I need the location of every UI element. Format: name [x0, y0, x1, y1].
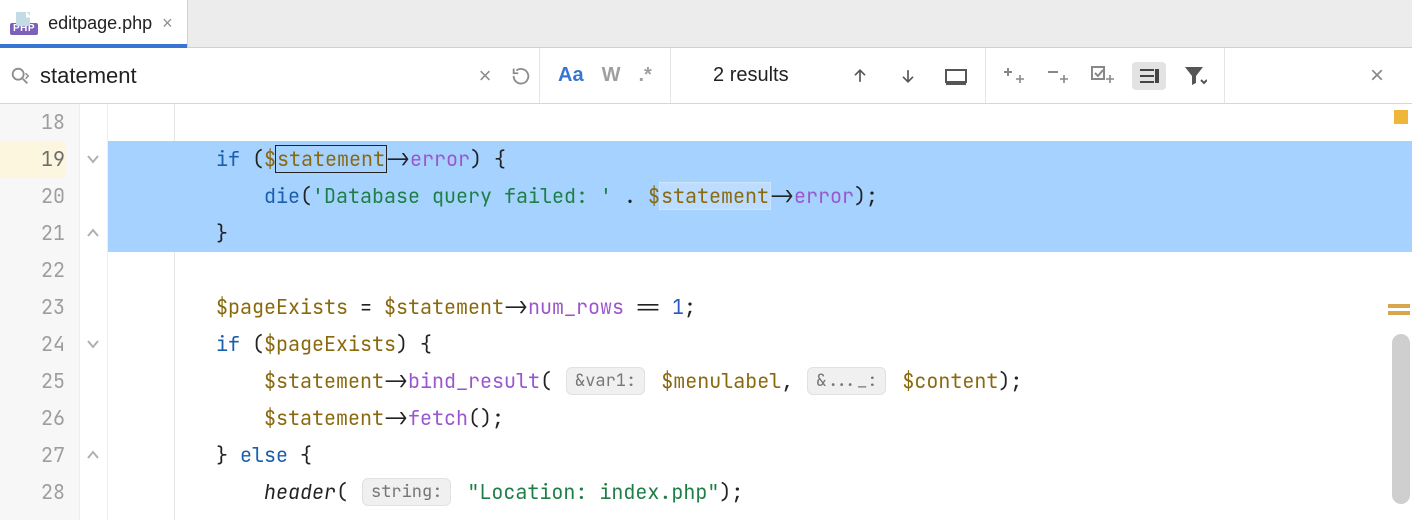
whole-word-toggle[interactable]: W	[602, 64, 621, 87]
code-line[interactable]: $statement->bind_result( &var1: $menulab…	[108, 363, 1412, 400]
line-number-gutter: 1819202122232425262728	[0, 104, 80, 520]
result-nav-group	[831, 48, 986, 103]
code-area[interactable]: if ($statement->error) { die('Database q…	[108, 104, 1412, 520]
search-match: statement	[275, 145, 387, 173]
code-line[interactable]: header( string: "Location: index.php");	[108, 474, 1412, 511]
select-all-occurrences-icon[interactable]	[1088, 65, 1118, 87]
match-case-toggle[interactable]: Aa	[558, 64, 584, 87]
regex-toggle[interactable]: .*	[638, 64, 651, 87]
search-history-icon[interactable]	[503, 65, 539, 87]
tab-bar: PHP editpage.php ×	[0, 0, 1412, 48]
line-number: 23	[0, 289, 65, 326]
close-findbar-icon[interactable]: ×	[1362, 62, 1392, 90]
fold-end-icon[interactable]	[83, 445, 103, 465]
code-line[interactable]: }	[108, 215, 1412, 252]
prev-result-icon[interactable]	[845, 65, 875, 87]
code-line[interactable]: $statement->fetch();	[108, 400, 1412, 437]
line-number: 19	[0, 141, 65, 178]
line-number: 22	[0, 252, 65, 289]
line-number: 21	[0, 215, 65, 252]
line-number: 28	[0, 474, 65, 511]
code-line[interactable]: $pageExists = $statement->num_rows == 1;	[108, 289, 1412, 326]
next-result-icon[interactable]	[893, 65, 923, 87]
inlay-hint: &var1:	[566, 367, 645, 395]
add-selection-icon[interactable]	[1000, 65, 1030, 87]
line-number: 26	[0, 400, 65, 437]
line-number: 25	[0, 363, 65, 400]
line-number: 18	[0, 104, 65, 141]
select-all-icon[interactable]	[941, 66, 971, 86]
line-number: 20	[0, 178, 65, 215]
search-icon[interactable]	[8, 65, 32, 87]
line-number: 24	[0, 326, 65, 363]
code-line[interactable]	[108, 104, 1412, 141]
filter-dropdown-icon[interactable]	[1180, 65, 1210, 87]
inlay-hint: string:	[362, 478, 451, 506]
search-input[interactable]	[32, 63, 467, 89]
file-tab[interactable]: PHP editpage.php ×	[0, 0, 188, 47]
find-toolbar: × Aa W .* 2 results	[0, 48, 1412, 104]
remove-selection-icon[interactable]	[1044, 65, 1074, 87]
filter-results-icon[interactable]	[1132, 62, 1166, 90]
fold-collapse-icon[interactable]	[83, 149, 103, 169]
php-file-icon: PHP	[10, 12, 38, 35]
code-line[interactable]: } else {	[108, 437, 1412, 474]
search-field-group: ×	[0, 48, 540, 103]
fold-end-icon[interactable]	[83, 223, 103, 243]
extra-tools-group	[986, 48, 1225, 103]
search-match: statement	[659, 182, 771, 210]
code-line[interactable]: die('Database query failed: ' . $stateme…	[108, 178, 1412, 215]
line-number: 27	[0, 437, 65, 474]
close-group: ×	[1225, 48, 1412, 103]
code-line[interactable]: if ($statement->error) {	[108, 141, 1412, 178]
inlay-hint: &..._:	[807, 367, 886, 395]
fold-gutter	[80, 104, 108, 520]
close-tab-icon[interactable]: ×	[162, 13, 173, 34]
search-mode-group: Aa W .*	[540, 48, 671, 103]
code-line[interactable]	[108, 252, 1412, 289]
tab-title: editpage.php	[48, 13, 152, 34]
clear-search-icon[interactable]: ×	[467, 63, 503, 89]
fold-collapse-icon[interactable]	[83, 334, 103, 354]
results-count: 2 results	[671, 48, 831, 103]
code-line[interactable]: if ($pageExists) {	[108, 326, 1412, 363]
code-editor[interactable]: 1819202122232425262728 if ($statement->e…	[0, 104, 1412, 520]
